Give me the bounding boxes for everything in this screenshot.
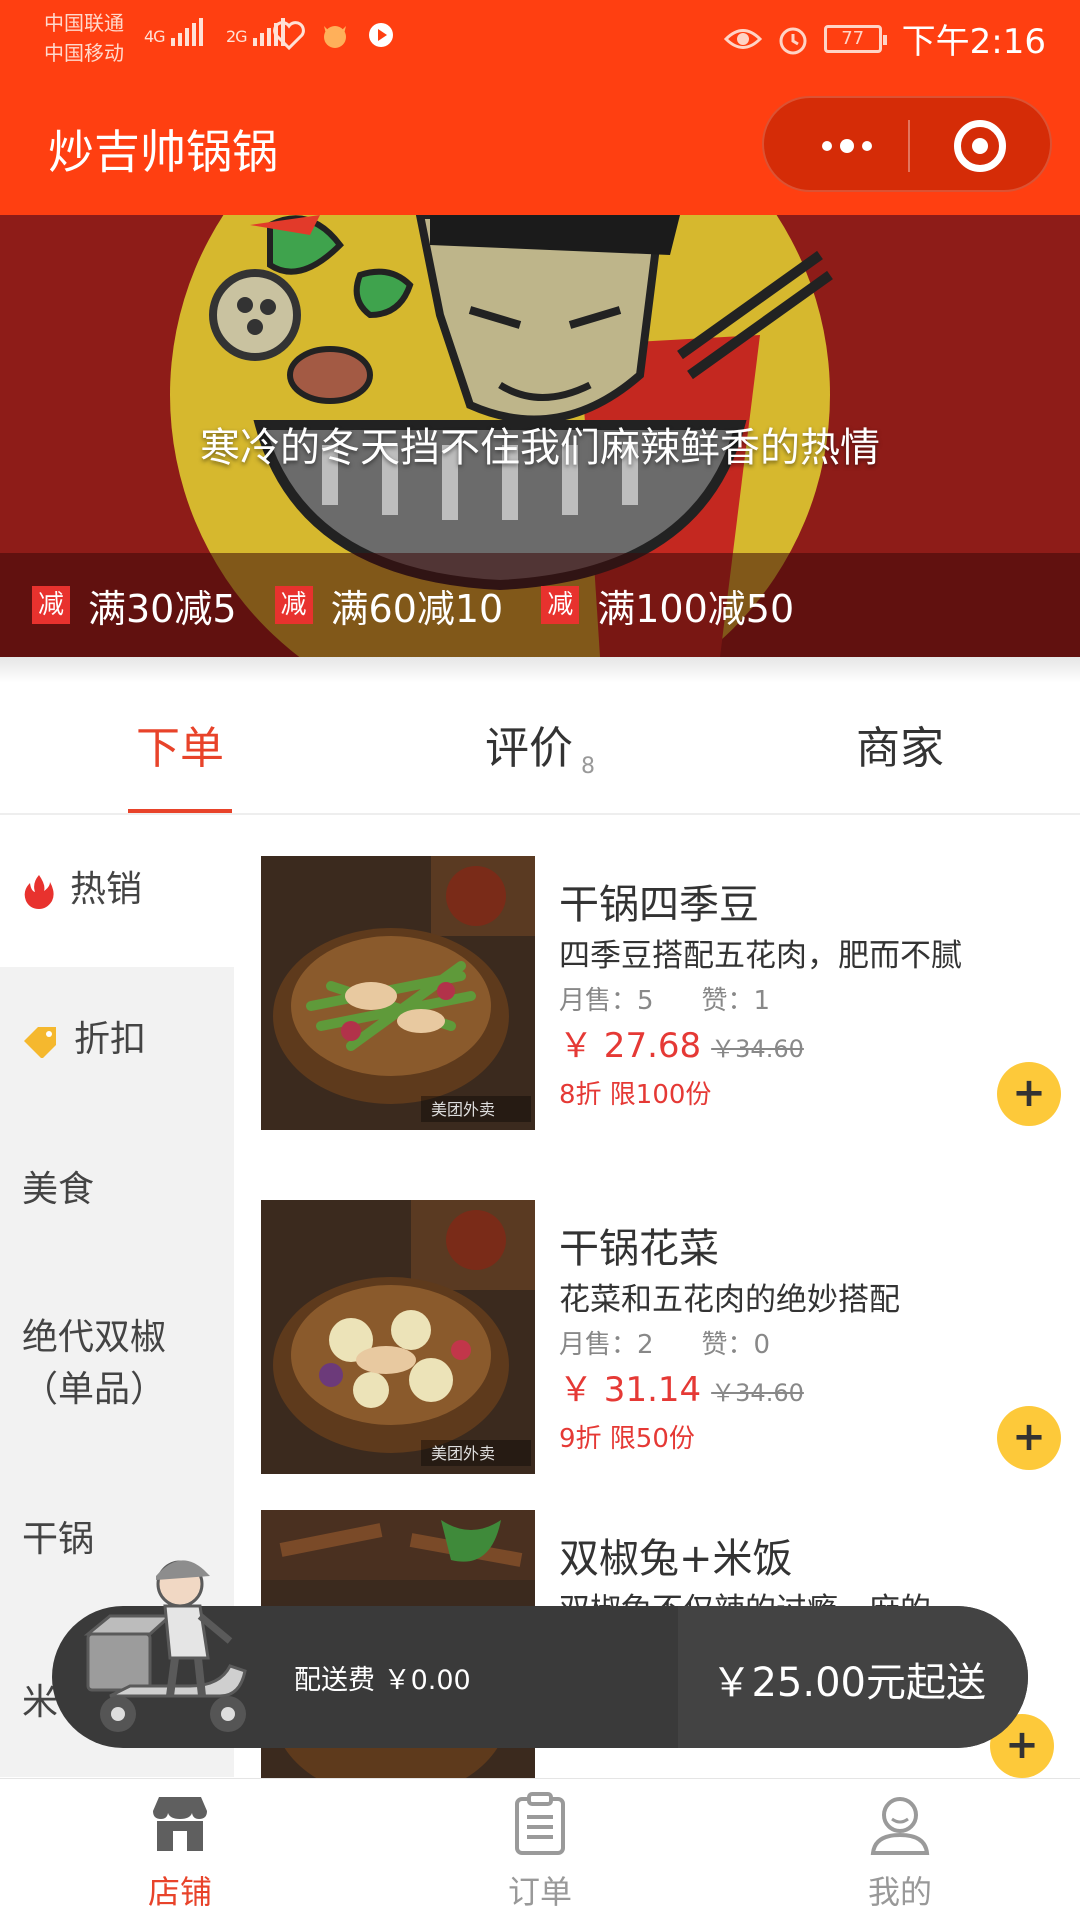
capsule-divider	[908, 120, 910, 172]
heart-app-icon	[273, 21, 305, 51]
promotion-row: 减 满30减5 减 满60减10 减 满100减50	[0, 553, 1080, 657]
product-name: 干锅花菜	[559, 1226, 719, 1272]
current-price: ￥ 31.14	[559, 1370, 702, 1410]
active-tab-indicator	[128, 809, 232, 813]
category-label: 美食	[22, 1169, 95, 1210]
category-label: 折扣	[74, 1019, 147, 1060]
discount-badge: 减	[32, 586, 70, 624]
user-icon	[870, 1797, 930, 1855]
category-label: 绝代双椒	[22, 1317, 167, 1358]
tab-label: 商家	[856, 723, 944, 774]
promotion-text: 满30减5	[88, 586, 237, 631]
flame-icon	[24, 875, 54, 909]
network-type-2: 2G	[226, 27, 248, 46]
original-price: ￥34.60	[711, 1035, 804, 1063]
category-item-double-pepper[interactable]: 绝代双椒 （单品）	[0, 1267, 234, 1467]
title-bar: 炒吉帅锅锅	[0, 80, 1080, 215]
add-to-cart-button[interactable]: +	[997, 1062, 1061, 1126]
tag-icon	[24, 1027, 56, 1058]
nav-item-store[interactable]: 店铺	[0, 1779, 360, 1920]
product-description: 花菜和五花肉的绝妙搭配	[559, 1282, 900, 1318]
signal-bars-icon	[170, 18, 203, 46]
status-right: 77 下午2:16	[723, 14, 1046, 63]
product-description: 四季豆搭配五花肉，肥而不腻	[559, 938, 962, 974]
discount-badge: 减	[541, 586, 580, 624]
product-item[interactable]: 美团外卖 干锅四季豆 四季豆搭配五花肉，肥而不腻 月售：5 赞：1 ￥ 27.68…	[261, 856, 1061, 1130]
tab-merchant[interactable]: 商家	[720, 683, 1080, 815]
bottom-navigation: 店铺 订单 我的	[0, 1778, 1080, 1920]
nav-item-orders[interactable]: 订单	[360, 1779, 720, 1920]
discount-limit: 8折 限100份	[559, 1080, 712, 1110]
add-to-cart-button[interactable]: +	[997, 1406, 1061, 1470]
promotion-text: 满60减10	[330, 586, 504, 631]
alarm-icon	[779, 27, 807, 54]
tab-label: 下单	[136, 723, 224, 774]
promotion-item: 减 满100减50	[541, 578, 794, 633]
tabs-shadow	[0, 657, 1080, 683]
promotion-item: 减 满30减5	[32, 578, 237, 633]
delivery-rider-icon[interactable]	[70, 1546, 270, 1746]
play-app-icon	[369, 23, 393, 47]
tab-order[interactable]: 下单	[0, 683, 360, 815]
nav-item-mine[interactable]: 我的	[720, 1779, 1080, 1920]
clipboard-icon	[515, 1792, 565, 1855]
product-image: 美团外卖	[261, 1200, 535, 1474]
image-watermark: 美团外卖	[431, 1444, 495, 1463]
image-watermark: 美团外卖	[431, 1100, 495, 1119]
product-price: ￥ 31.14 ￥34.60	[559, 1362, 804, 1411]
nav-label: 店铺	[147, 1873, 212, 1911]
monthly-sales: 月售：2	[559, 1330, 654, 1360]
promotion-item: 减 满60减10	[274, 578, 504, 633]
status-bar: 中国联通 中国移动 4G 2G 77 下午2:16	[0, 0, 1080, 80]
nav-label: 我的	[867, 1873, 932, 1911]
tab-reviews[interactable]: 评价 8	[360, 683, 720, 815]
likes-count: 赞：0	[701, 1330, 771, 1360]
tab-label: 评价	[485, 723, 573, 774]
carrier-1: 中国联通	[44, 11, 124, 35]
product-stats: 月售：2 赞：0	[559, 1324, 770, 1361]
network-type-1: 4G	[144, 27, 166, 46]
discount-badge: 减	[274, 586, 313, 624]
banner-slogan: 寒冷的冬天挡不住我们麻辣鲜香的热情	[200, 425, 880, 471]
battery-icon: 77	[823, 24, 887, 53]
product-image: 美团外卖	[261, 856, 535, 1130]
carrier-2: 中国移动	[44, 41, 124, 65]
category-label: 热销	[70, 869, 143, 910]
product-item[interactable]: 美团外卖 干锅花菜 花菜和五花肉的绝妙搭配 月售：2 赞：0 ￥ 31.14 ￥34…	[261, 1200, 1061, 1474]
likes-count: 赞：1	[701, 986, 771, 1016]
close-target-button[interactable]	[954, 120, 1006, 172]
category-item-food[interactable]: 美食	[0, 1117, 234, 1267]
current-price: ￥ 27.68	[559, 1026, 702, 1066]
nav-label: 订单	[507, 1873, 572, 1911]
category-label-sub: （单品）	[22, 1369, 167, 1410]
product-name: 双椒兔+米饭	[559, 1536, 793, 1582]
product-price: ￥ 27.68 ￥34.60	[559, 1018, 804, 1067]
eye-icon	[723, 28, 762, 49]
review-count: 8	[581, 754, 595, 779]
monthly-sales: 月售：5	[559, 986, 654, 1016]
shop-banner: 寒冷的冬天挡不住我们麻辣鲜香的热情 减 满30减5 减 满60减10 减 满10…	[0, 215, 1080, 657]
app-root: 中国联通 中国移动 4G 2G 77 下午2:16 炒吉帅锅锅 寒冷的冬天挡不住…	[0, 0, 1080, 1920]
carrier-info: 中国联通 中国移动	[44, 8, 124, 68]
category-item-discount[interactable]: 折扣	[0, 967, 234, 1117]
promotion-text: 满100减50	[597, 586, 795, 631]
mini-program-capsule	[762, 96, 1052, 192]
minimum-order: ￥25.00元起送	[711, 1660, 986, 1706]
page-title: 炒吉帅锅锅	[48, 125, 278, 179]
store-icon	[153, 1797, 207, 1851]
clock: 下午2:16	[901, 22, 1046, 62]
fox-app-icon	[324, 26, 346, 48]
product-name: 干锅四季豆	[559, 882, 759, 928]
original-price: ￥34.60	[711, 1379, 804, 1407]
shop-tabs: 下单 评价 8 商家	[0, 683, 1080, 815]
product-stats: 月售：5 赞：1	[559, 980, 770, 1017]
more-button[interactable]	[802, 98, 892, 194]
delivery-fee: 配送费 ￥0.00	[294, 1665, 471, 1696]
discount-limit: 9折 限50份	[559, 1424, 695, 1454]
signal-1: 4G	[144, 18, 203, 46]
category-item-hot[interactable]: 热销	[0, 817, 234, 967]
